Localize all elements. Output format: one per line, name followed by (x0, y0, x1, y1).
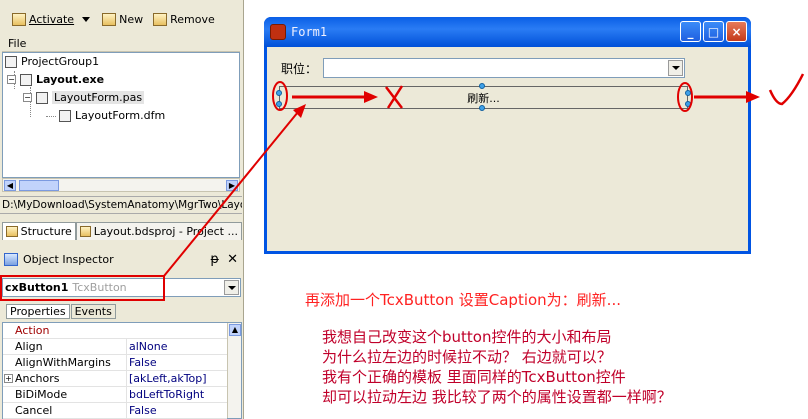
annotation-line-2: 我想自己改变这个button控件的大小和布局 (322, 328, 612, 346)
property-row[interactable]: + Anchors [akLeft,akTop] (3, 371, 227, 387)
tab-project-label: Layout.bdsproj - Project ... (93, 225, 238, 238)
chevron-down-icon[interactable] (668, 60, 683, 76)
tab-structure-label: Structure (20, 225, 72, 238)
property-value[interactable]: alNone (126, 339, 168, 354)
resize-handle-right[interactable] (685, 90, 691, 96)
form-app-icon (270, 24, 286, 40)
position-label: 职位： (281, 62, 318, 76)
collapse-icon[interactable]: − (23, 93, 32, 102)
chevron-down-icon[interactable] (224, 280, 239, 295)
remove-button[interactable]: Remove (149, 11, 219, 28)
property-name: Action (15, 324, 50, 337)
remove-icon (153, 12, 168, 26)
new-icon (102, 12, 117, 26)
check-mark-icon (768, 73, 805, 106)
scroll-thumb[interactable] (19, 180, 59, 191)
dfm-file-icon (59, 109, 71, 122)
project-toolbar: Activate New Remove (0, 6, 240, 32)
refresh-button-caption: 刷新... (467, 91, 500, 105)
expand-icon[interactable]: + (4, 374, 13, 383)
selected-component-type: TcxButton (72, 281, 127, 294)
panel-tabs: Structure Layout.bdsproj - Project ... (2, 222, 242, 240)
resize-handle-right-lower[interactable] (685, 101, 691, 107)
project-group-icon (5, 55, 17, 68)
tree-connector (46, 116, 56, 117)
refresh-button[interactable]: 刷新... (276, 83, 691, 111)
property-name: AlignWithMargins (15, 356, 111, 369)
resize-handle-top[interactable] (479, 83, 485, 89)
minimize-button[interactable]: _ (680, 21, 701, 42)
tree-item-layout-exe[interactable]: − Layout.exe (7, 73, 104, 86)
tree-item-layoutform-dfm[interactable]: LayoutForm.dfm (59, 109, 165, 122)
maximize-button[interactable]: □ (703, 21, 724, 42)
pin-icon[interactable]: ᵽ (210, 252, 219, 267)
property-grid[interactable]: Action Align alNone AlignWithMargins Fal… (2, 322, 242, 419)
new-label: New (119, 12, 144, 26)
property-row[interactable]: BiDiMode bdLeftToRight (3, 387, 227, 403)
tree-item-label: LayoutForm.dfm (75, 109, 166, 122)
property-name: BiDiMode (15, 388, 68, 401)
property-value[interactable]: bdLeftToRight (126, 387, 204, 402)
tree-item-label: Layout.exe (36, 73, 105, 86)
property-value[interactable]: False (126, 355, 157, 370)
tab-project[interactable]: Layout.bdsproj - Project ... (75, 222, 242, 240)
resize-handle-left-lower[interactable] (276, 101, 282, 107)
property-value[interactable]: False (126, 403, 157, 418)
property-value[interactable]: [akLeft,akTop] (126, 371, 207, 386)
form-unit-icon (36, 91, 48, 104)
ide-left-panel: Activate New Remove File ProjectGroup1 −… (0, 0, 244, 419)
inspector-tabs: Properties Events (6, 304, 116, 319)
tree-item-label: ProjectGroup1 (21, 55, 100, 68)
tree-item-projectgroup[interactable]: ProjectGroup1 (5, 55, 99, 68)
position-combobox[interactable] (323, 58, 685, 78)
path-bar: D:\MyDownload\SystemAnatomy\MgrTwo\Layou… (0, 196, 242, 214)
structure-icon (6, 226, 18, 237)
scroll-up-icon[interactable]: ▲ (229, 324, 241, 336)
resize-handle-bottom[interactable] (479, 105, 485, 111)
tree-horizontal-scrollbar[interactable]: ◀ ▶ (2, 178, 240, 192)
project-tree[interactable]: ProjectGroup1 − Layout.exe − LayoutForm.… (2, 52, 240, 178)
activate-button[interactable]: Activate (8, 11, 78, 28)
tab-properties[interactable]: Properties (6, 304, 70, 319)
exe-icon (20, 73, 32, 86)
property-row[interactable]: Align alNone (3, 339, 227, 355)
tree-item-layoutform-pas[interactable]: − LayoutForm.pas (23, 91, 145, 104)
object-inspector-title: Object Inspector (23, 252, 114, 266)
property-name: Cancel (15, 404, 53, 417)
activate-icon (12, 12, 26, 26)
form-designer-window: Form1 _ □ × 职位： 刷新... (264, 17, 751, 254)
property-row[interactable]: Cancel False (3, 403, 227, 419)
project-icon (79, 226, 91, 237)
selected-component-name: cxButton1 (5, 281, 69, 294)
property-row[interactable]: AlignWithMargins False (3, 355, 227, 371)
tree-item-label: LayoutForm.pas (52, 91, 145, 104)
activate-label: Activate (29, 12, 75, 26)
close-button[interactable]: × (726, 21, 747, 42)
scroll-left-icon[interactable]: ◀ (4, 180, 16, 191)
property-grid-scrollbar[interactable]: ▲ (227, 323, 241, 418)
object-inspector-icon (4, 252, 18, 266)
annotation-line-1: 再添加一个TcxButton 设置Caption为：刷新... (305, 291, 621, 309)
annotation-line-3: 为什么拉左边的时候拉不动？ 右边就可以？ (322, 348, 612, 366)
new-button[interactable]: New (98, 11, 147, 28)
tab-structure[interactable]: Structure (2, 222, 76, 240)
activate-dropdown-arrow-icon[interactable] (82, 16, 91, 22)
annotation-line-5: 却可以拉动左边 我比较了两个的属性设置都一样啊？ (322, 388, 672, 406)
property-row[interactable]: Action (3, 323, 227, 339)
project-manager-header[interactable]: File (2, 37, 240, 52)
collapse-icon[interactable]: − (7, 75, 16, 84)
object-inspector-header: Object Inspector ᵽ ✕ (0, 250, 242, 268)
scroll-right-icon[interactable]: ▶ (226, 180, 238, 191)
form-caption: Form1 (291, 25, 328, 39)
component-selector[interactable]: cxButton1 TcxButton (2, 278, 241, 297)
annotation-line-4: 我有个正确的模板 里面同样的TcxButton控件 (322, 368, 626, 386)
tab-events[interactable]: Events (70, 304, 116, 319)
form-title-bar[interactable]: Form1 _ □ × (264, 17, 751, 47)
property-name: Anchors (15, 372, 60, 385)
property-name: Align (15, 340, 43, 353)
remove-label: Remove (170, 12, 215, 26)
close-icon[interactable]: ✕ (227, 252, 238, 267)
resize-handle-left[interactable] (276, 90, 282, 96)
